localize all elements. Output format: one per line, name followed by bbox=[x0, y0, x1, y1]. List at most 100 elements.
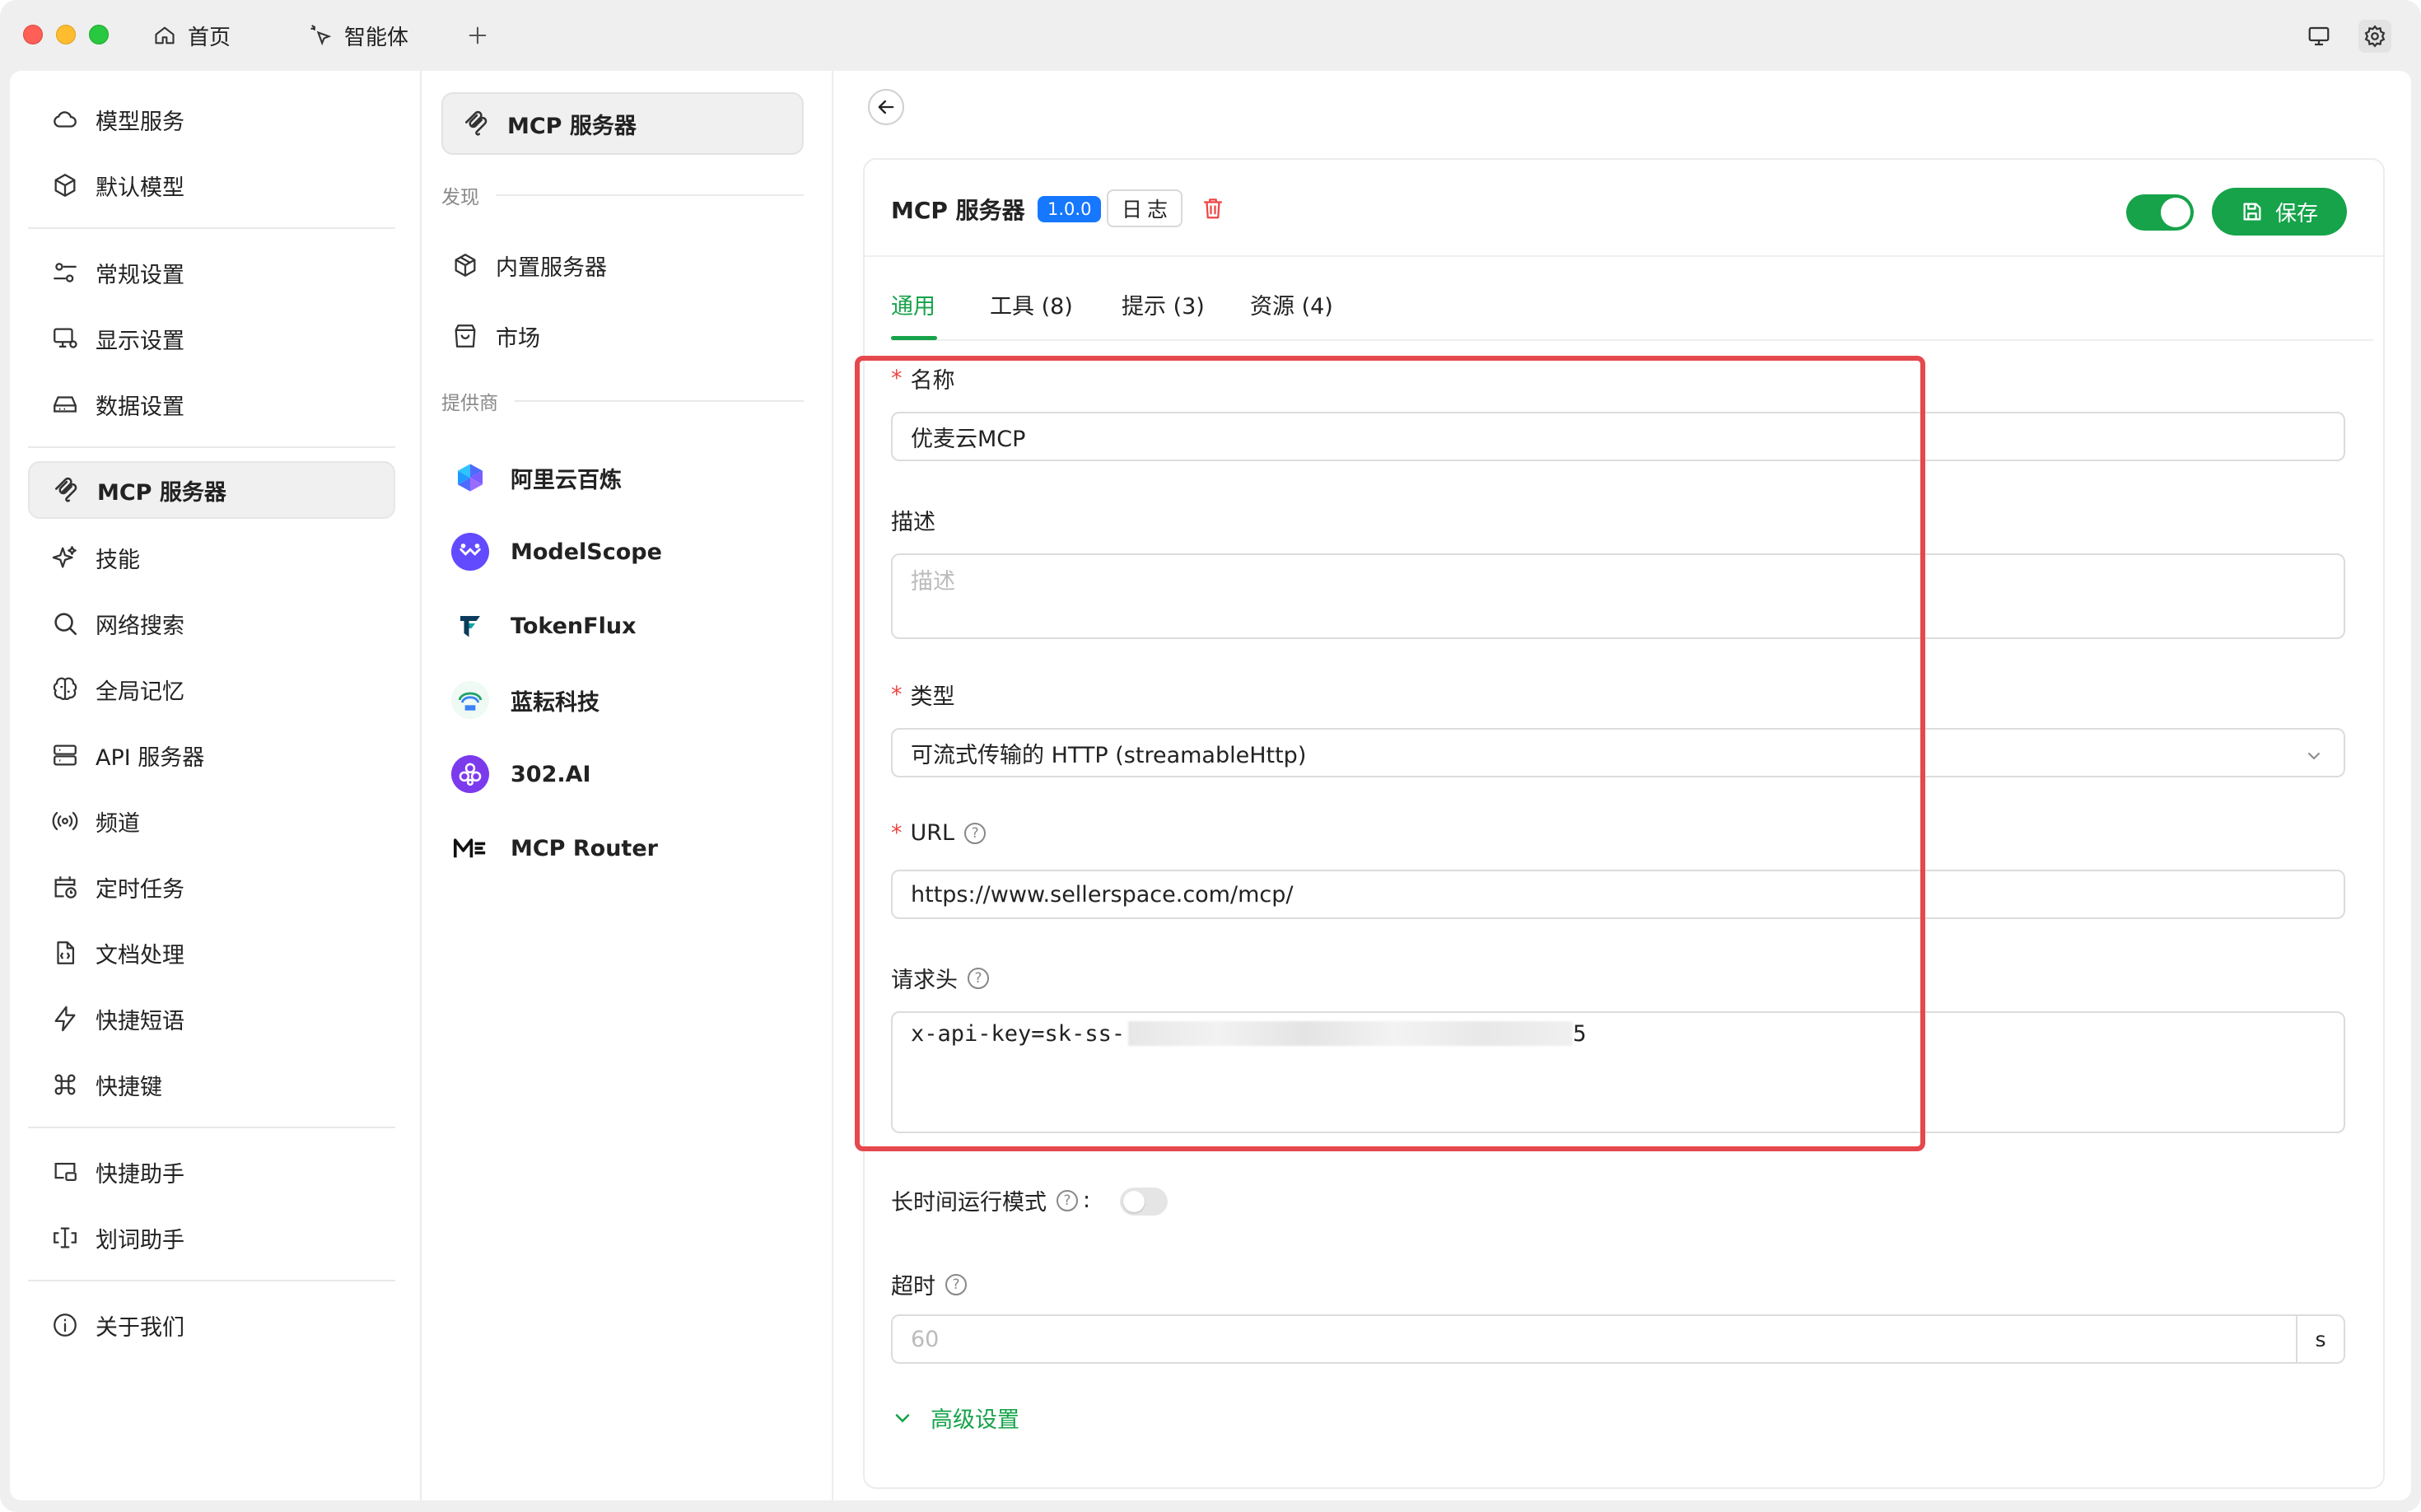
name-label-text: 名称 bbox=[910, 368, 955, 394]
url-input[interactable]: https://www.sellerspace.com/mcp/ bbox=[891, 870, 2345, 919]
sidebar-item-model-service[interactable]: 模型服务 bbox=[28, 91, 395, 148]
save-icon bbox=[2243, 203, 2261, 221]
provider-label: 302.AI bbox=[511, 761, 591, 787]
type-label: * 类型 bbox=[891, 679, 955, 711]
help-icon[interactable]: ? bbox=[1057, 1189, 1078, 1211]
sidebar-item-scheduled-tasks[interactable]: 定时任务 bbox=[28, 858, 395, 916]
monitor-settings-icon bbox=[54, 328, 77, 348]
mcp-servers-nav-button[interactable]: MCP 服务器 bbox=[441, 92, 804, 155]
timeout-label: 超时 ? bbox=[891, 1268, 967, 1300]
provider-label: 蓝耘科技 bbox=[511, 689, 599, 716]
timeout-input[interactable]: 60 s bbox=[891, 1314, 2345, 1364]
sliders-icon bbox=[54, 263, 77, 282]
sidebar-item-global-memory[interactable]: 全局记忆 bbox=[28, 660, 395, 718]
settings-button[interactable] bbox=[2358, 20, 2391, 53]
active-tab-indicator bbox=[891, 336, 937, 340]
zoom-window-button[interactable] bbox=[89, 25, 109, 44]
logs-button[interactable]: 日志 bbox=[1107, 189, 1183, 227]
help-icon[interactable]: ? bbox=[968, 967, 989, 989]
provider-label: MCP Router bbox=[511, 835, 658, 861]
sidebar-item-quick-phrases[interactable]: 快捷短语 bbox=[28, 990, 395, 1048]
server-settings-card: MCP 服务器 1.0.0 日志 保存 通用 工具 (8) 提示 (3) 资源 … bbox=[863, 158, 2385, 1489]
back-button[interactable] bbox=[868, 89, 904, 125]
tab-prompts[interactable]: 提示 (3) bbox=[1122, 288, 1205, 320]
provider-item-bailian[interactable]: 阿里云百炼 bbox=[451, 453, 797, 502]
sidebar-item-display[interactable]: 显示设置 bbox=[28, 310, 395, 367]
provider-item-lanyun[interactable]: 蓝耘科技 bbox=[451, 675, 797, 725]
tab-label: 工具 (8) bbox=[990, 294, 1073, 320]
sidebar-item-about[interactable]: 关于我们 bbox=[28, 1296, 395, 1354]
sidebar-item-label: 快捷短语 bbox=[96, 1008, 184, 1034]
provider-label: 阿里云百炼 bbox=[511, 467, 622, 493]
advanced-settings-toggle[interactable]: 高级设置 bbox=[891, 1402, 1019, 1434]
help-icon[interactable]: ? bbox=[964, 822, 987, 844]
trash-icon[interactable] bbox=[1201, 196, 1225, 221]
tab-label: 通用 bbox=[891, 294, 935, 320]
provider-item-302ai[interactable]: 302.AI bbox=[451, 749, 797, 799]
save-button-label: 保存 bbox=[2274, 201, 2318, 226]
tab-resources[interactable]: 资源 (4) bbox=[1250, 288, 1333, 320]
sidebar-item-data[interactable]: 数据设置 bbox=[28, 376, 395, 433]
provider-label: TokenFlux bbox=[511, 613, 637, 639]
sidebar-item-label: 文档处理 bbox=[96, 942, 184, 968]
server-enabled-toggle[interactable] bbox=[2126, 194, 2194, 231]
display-button[interactable] bbox=[2302, 20, 2335, 53]
top-tab-home-label: 首页 bbox=[188, 25, 231, 50]
sidebar-item-api-server[interactable]: API 服务器 bbox=[28, 726, 395, 784]
sidebar-item-general[interactable]: 常规设置 bbox=[28, 244, 395, 301]
calendar-clock-icon bbox=[54, 876, 77, 898]
save-button[interactable]: 保存 bbox=[2212, 188, 2347, 236]
sidebar-item-quick-assistant[interactable]: 快捷助手 bbox=[28, 1143, 395, 1201]
modelscope-logo-icon bbox=[451, 533, 489, 571]
top-tab-home[interactable]: 首页 bbox=[153, 21, 231, 50]
302ai-logo-icon bbox=[451, 755, 489, 793]
tab-general[interactable]: 通用 bbox=[891, 288, 935, 320]
type-select[interactable]: 可流式传输的 HTTP (streamableHttp) bbox=[891, 728, 2345, 777]
server-title: MCP 服务器 bbox=[891, 197, 1025, 224]
sidebar-item-channels[interactable]: 频道 bbox=[28, 792, 395, 850]
provider-item-mcp-router[interactable]: MCP Router bbox=[451, 824, 797, 873]
sidebar-item-label: MCP 服务器 bbox=[97, 479, 226, 506]
mcp-sidebar: MCP 服务器 发现 内置服务器 市场 提供商 阿里云百炼 ModelScope… bbox=[422, 71, 833, 1500]
tab-tools[interactable]: 工具 (8) bbox=[990, 288, 1073, 320]
title-bar: 首页 智能体 bbox=[0, 0, 2421, 71]
sidebar-item-label: 网络搜索 bbox=[96, 613, 184, 639]
sidebar-item-label: 定时任务 bbox=[96, 876, 184, 903]
headers-value-tail: 5 bbox=[1573, 1021, 1587, 1047]
sidebar-item-default-model[interactable]: 默认模型 bbox=[28, 156, 395, 214]
package-icon bbox=[455, 254, 476, 277]
help-icon[interactable]: ? bbox=[945, 1273, 967, 1295]
sidebar-item-mcp-server[interactable]: MCP 服务器 bbox=[28, 461, 395, 519]
section-divider bbox=[515, 400, 804, 402]
name-input[interactable]: 优麦云MCP bbox=[891, 412, 2345, 461]
provider-item-tokenflux[interactable]: TokenFlux bbox=[451, 601, 797, 651]
top-tab-agent[interactable]: 智能体 bbox=[310, 21, 409, 50]
bailian-logo-icon bbox=[451, 459, 489, 497]
required-mark: * bbox=[891, 366, 903, 391]
discover-section-header: 发现 bbox=[441, 181, 804, 209]
sidebar-item-skills[interactable]: 技能 bbox=[28, 529, 395, 586]
sidebar-item-document-processing[interactable]: 文档处理 bbox=[28, 924, 395, 982]
mcp-router-logo-icon bbox=[451, 829, 489, 867]
sidebar-item-web-search[interactable]: 网络搜索 bbox=[28, 595, 395, 652]
close-window-button[interactable] bbox=[23, 25, 43, 44]
nav-item-marketplace[interactable]: 市场 bbox=[451, 311, 797, 361]
sidebar-divider bbox=[28, 227, 395, 229]
add-tab-button[interactable] bbox=[466, 21, 501, 49]
minimize-window-button[interactable] bbox=[56, 25, 76, 44]
description-textarea[interactable]: 描述 bbox=[891, 553, 2345, 639]
sidebar-divider bbox=[28, 1280, 395, 1281]
gear-icon bbox=[2364, 25, 2386, 48]
sidebar-item-shortcuts[interactable]: 快捷键 bbox=[28, 1056, 395, 1113]
sidebar-item-label: 数据设置 bbox=[96, 394, 184, 420]
providers-section-label: 提供商 bbox=[441, 393, 498, 414]
sidebar-item-label: 技能 bbox=[96, 547, 140, 573]
headers-textarea[interactable]: x-api-key=sk-ss- 5 bbox=[891, 1011, 2345, 1133]
sidebar-item-selection-assistant[interactable]: 划词助手 bbox=[28, 1209, 395, 1267]
broadcast-icon bbox=[52, 811, 78, 831]
top-tab-agent-label: 智能体 bbox=[344, 25, 409, 50]
long-running-toggle[interactable] bbox=[1120, 1188, 1168, 1216]
nav-item-builtin-servers[interactable]: 内置服务器 bbox=[451, 240, 797, 290]
provider-item-modelscope[interactable]: ModelScope bbox=[451, 527, 797, 576]
long-running-colon: : bbox=[1083, 1188, 1091, 1213]
